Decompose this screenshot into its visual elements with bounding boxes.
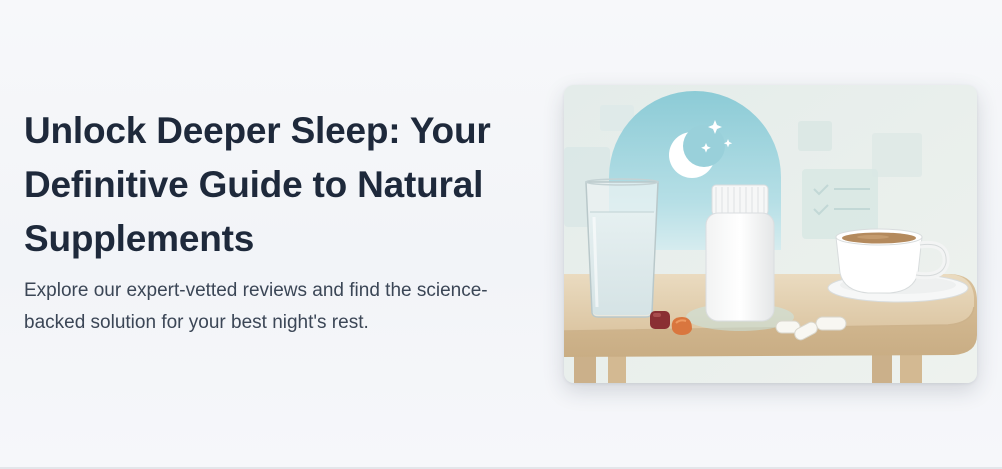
page-title: Unlock Deeper Sleep: Your Definitive Gui… — [24, 110, 491, 259]
hero-image — [564, 85, 977, 383]
hero-section: Unlock Deeper Sleep: Your Definitive Gui… — [0, 0, 1002, 467]
water-glass — [585, 178, 659, 318]
supplement-bottle — [705, 184, 775, 322]
hero-subtitle: Explore our expert-vetted reviews and fi… — [24, 280, 488, 333]
